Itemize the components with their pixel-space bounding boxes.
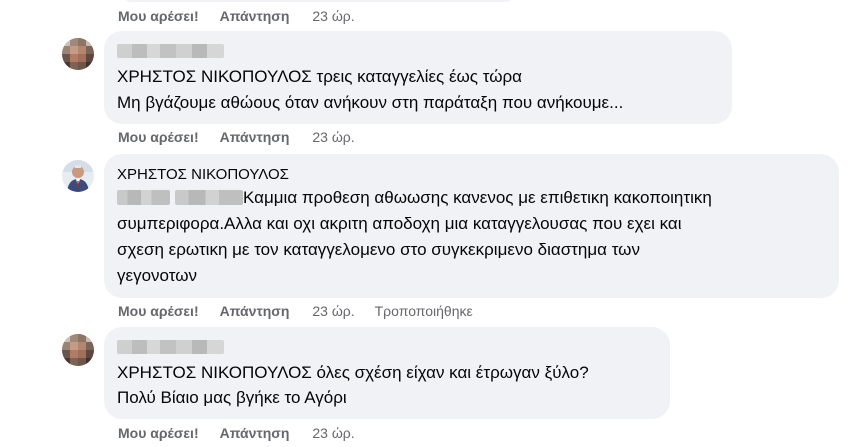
- comment-text-line: Πολύ Βίαιο μας βγήκε το Αγόρι: [117, 388, 347, 407]
- reply-button[interactable]: Απάντηση: [220, 303, 290, 319]
- comment-text-line: ΧΡΗΣΤΟΣ ΝΙΚΟΠΟΥΛΟΣ τρεις καταγγελίες έως…: [117, 64, 522, 90]
- like-button[interactable]: Μου αρέσει!: [118, 8, 199, 24]
- avatar[interactable]: [62, 160, 94, 192]
- comment-actions: Μου αρέσει! Απάντηση 23 ώρ.: [118, 6, 355, 26]
- blurred-mention: [175, 190, 243, 205]
- blurred-author-name: [117, 340, 224, 354]
- profile-photo-icon: [62, 160, 94, 192]
- like-button[interactable]: Μου αρέσει!: [118, 129, 199, 145]
- comment-text: τρεις καταγγελίες έως τώρα: [311, 67, 522, 86]
- comment-timestamp[interactable]: 23 ώρ.: [312, 8, 354, 24]
- pixelated-avatar-icon: [62, 334, 94, 366]
- comment-text-line: Καμμια προθεση αθωωσης κανενος με επιθετ…: [117, 185, 712, 211]
- comment-bubble: ΧΡΗΣΤΟΣ ΝΙΚΟΠΟΥΛΟΣ τρεις καταγγελίες έως…: [104, 31, 732, 124]
- like-button[interactable]: Μου αρέσει!: [118, 425, 199, 441]
- comment-text: Καμμια προθεση αθωωσης κανενος με επιθετ…: [243, 188, 712, 207]
- reply-button[interactable]: Απάντηση: [220, 129, 290, 145]
- comment-actions: Μου αρέσει! Απάντηση 23 ώρ.: [118, 423, 355, 443]
- blurred-author-name: [117, 44, 224, 58]
- reply-button[interactable]: Απάντηση: [220, 425, 290, 441]
- comment-text-line: Μη βγάζουμε αθώους όταν ανήκουν στη παρά…: [117, 93, 624, 112]
- comment-timestamp[interactable]: 23 ώρ.: [312, 129, 354, 145]
- mention-link[interactable]: ΧΡΗΣΤΟΣ ΝΙΚΟΠΟΥΛΟΣ: [117, 67, 312, 86]
- comment-bubble: ΧΡΗΣΤΟΣ ΝΙΚΟΠΟΥΛΟΣ Καμμια προθεση αθωωση…: [104, 154, 839, 298]
- comment-text-line: σχεση ερωτικη με τον καταγγελομενο στο σ…: [117, 240, 640, 259]
- comment-text: όλες σχέση είχαν και έτρωγαν ξύλο?: [311, 363, 589, 382]
- mention-link[interactable]: ΧΡΗΣΤΟΣ ΝΙΚΟΠΟΥΛΟΣ: [117, 363, 312, 382]
- comment-actions: Μου αρέσει! Απάντηση 23 ώρ.: [118, 127, 355, 147]
- comment-bubble: ΧΡΗΣΤΟΣ ΝΙΚΟΠΟΥΛΟΣ όλες σχέση είχαν και …: [104, 327, 670, 419]
- previous-comment-bubble-edge: [118, 0, 518, 2]
- comment-timestamp[interactable]: 23 ώρ.: [312, 303, 354, 319]
- comment-text-line: γεγονοτων: [117, 266, 197, 285]
- comment-author[interactable]: ΧΡΗΣΤΟΣ ΝΙΚΟΠΟΥΛΟΣ: [117, 166, 289, 183]
- edited-label[interactable]: Τροποποιήθηκε: [375, 303, 473, 319]
- pixelated-avatar-icon: [62, 38, 94, 70]
- comment-timestamp[interactable]: 23 ώρ.: [312, 425, 354, 441]
- reply-button[interactable]: Απάντηση: [220, 8, 290, 24]
- comment-text-line: ΧΡΗΣΤΟΣ ΝΙΚΟΠΟΥΛΟΣ όλες σχέση είχαν και …: [117, 360, 589, 386]
- blurred-mention: [117, 190, 170, 205]
- like-button[interactable]: Μου αρέσει!: [118, 303, 199, 319]
- avatar[interactable]: [62, 334, 94, 366]
- comment-text-line: συμπεριφορα.Αλλα και οχι ακριτη αποδοχη …: [117, 214, 682, 233]
- avatar[interactable]: [62, 38, 94, 70]
- comment-actions: Μου αρέσει! Απάντηση 23 ώρ. Τροποποιήθηκ…: [118, 301, 473, 321]
